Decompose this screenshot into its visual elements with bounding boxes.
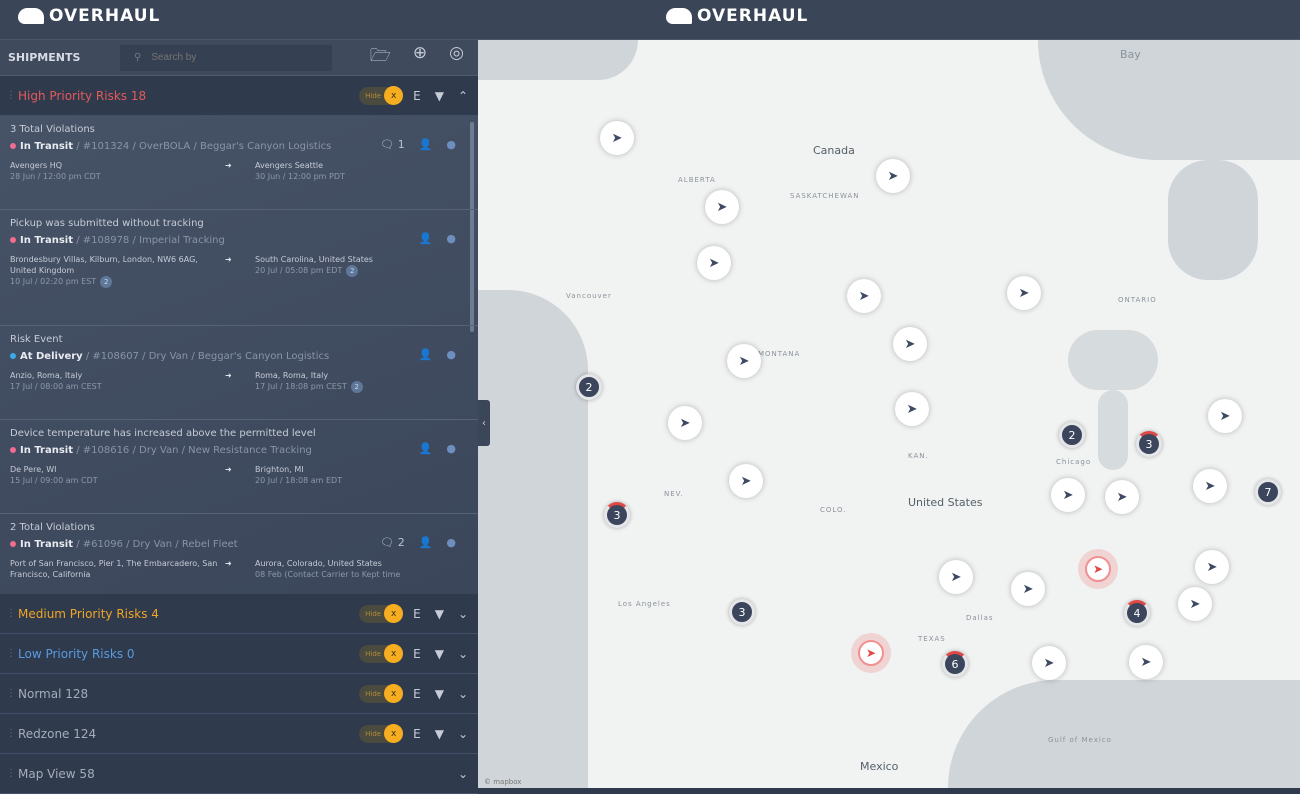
comment-icon[interactable]: 🗨 1 [380,138,404,151]
group-medium-priority[interactable]: ⋮ Medium Priority Risks 4 Hide x E ▼ ⌄ [0,594,478,634]
shipment-card[interactable]: Device temperature has increased above t… [0,420,478,514]
map[interactable]: Canada United States Mexico Bay Chicago … [478,40,1300,788]
group-redzone[interactable]: ⋮ Redzone 124 Hide x E ▼ ⌄ [0,714,478,754]
pin-icon[interactable]: ● [446,442,456,455]
hide-toggle[interactable]: Hide x [359,604,404,623]
pin-icon[interactable]: ● [446,232,456,245]
eye-icon[interactable]: ◎ [449,43,464,72]
sidebar-header: SHIPMENTS ⚲ 🗁 ⊕ ◎ [0,40,478,76]
search-box[interactable]: ⚲ [120,44,332,71]
sidebar-title: SHIPMENTS [8,51,81,64]
shipments-sidebar: SHIPMENTS ⚲ 🗁⊕◎ ⋮ High Priority Risks 18… [0,40,478,794]
shipment-marker[interactable]: ➤ [1011,572,1045,606]
arrow-right-icon: ➜ [225,161,232,170]
drag-handle-icon[interactable]: ⋮ [6,90,18,101]
arrow-right-icon: ➜ [225,255,232,264]
logo-icon [18,8,44,24]
shipment-marker[interactable]: ➤ [697,246,731,280]
shipment-marker[interactable]: ➤ [1129,645,1163,679]
assign-user-icon[interactable]: 👤 [419,138,433,151]
filter-icon[interactable]: ▼ [435,727,444,741]
search-input[interactable] [151,52,312,63]
logo-center: OVERHAUL [666,6,808,26]
arrow-icon: ➤ [1085,556,1111,582]
filter-icon[interactable]: ▼ [435,607,444,621]
arrow-icon: ➤ [858,640,884,666]
cluster-marker[interactable]: 7 [1255,479,1281,505]
shipment-marker[interactable]: ➤ [893,327,927,361]
cluster-marker[interactable]: 2 [1059,422,1085,448]
filter-icon[interactable]: ▼ [435,687,444,701]
chevron-down-icon[interactable]: ⌄ [458,607,468,621]
shipment-marker[interactable]: ➤ [1032,646,1066,680]
group-high-priority[interactable]: ⋮ High Priority Risks 18 Hide x E ▼ ⌃ [0,76,478,116]
shipment-card[interactable]: 2 Total Violations In Transit / #61096 /… [0,514,478,594]
chevron-up-icon[interactable]: ⌃ [458,89,468,103]
cluster-marker[interactable]: 4 [1124,600,1150,626]
shipment-marker[interactable]: ➤ [600,121,634,155]
logo-icon [666,8,692,24]
search-icon: ⚲ [134,52,142,63]
logo[interactable]: OVERHAUL [18,6,160,26]
shipment-list: 3 Total Violations In Transit / #101324 … [0,116,478,594]
comment-icon[interactable]: 🗨 2 [380,536,404,549]
group-map-view[interactable]: ⋮ Map View 58 ⌄ [0,754,478,794]
hide-toggle[interactable]: Hide x [359,644,404,663]
cluster-marker[interactable]: 3 [729,599,755,625]
pin-icon[interactable]: ● [446,348,456,361]
shipment-marker[interactable]: ➤ [1193,469,1227,503]
arrow-right-icon: ➜ [225,465,232,474]
count-label: E [413,88,421,103]
hide-toggle[interactable]: Hide x [359,684,404,703]
shipment-marker[interactable]: ➤ [1007,276,1041,310]
collapse-sidebar-button[interactable]: ‹ [478,400,490,446]
shipment-marker[interactable]: ➤ [1178,587,1212,621]
alert-marker[interactable]: ➤ [851,633,891,673]
add-icon[interactable]: ⊕ [413,43,427,72]
cluster-marker[interactable]: 3 [604,502,630,528]
shipment-marker[interactable]: ➤ [1208,399,1242,433]
shipment-marker[interactable]: ➤ [705,190,739,224]
shipment-marker[interactable]: ➤ [1051,478,1085,512]
shipment-marker[interactable]: ➤ [727,344,761,378]
hide-toggle[interactable]: Hide x [359,724,404,743]
assign-user-icon[interactable]: 👤 [419,442,433,455]
shipment-card[interactable]: Pickup was submitted without tracking In… [0,210,478,326]
shipment-marker[interactable]: ➤ [1195,550,1229,584]
cluster-marker[interactable]: 3 [1136,431,1162,457]
shipment-marker[interactable]: ➤ [729,464,763,498]
pin-icon[interactable]: ● [446,536,456,549]
folder-icon[interactable]: 🗁 [370,43,391,72]
filter-icon[interactable]: ▼ [435,89,444,103]
arrow-right-icon: ➜ [225,371,232,380]
arrow-right-icon: ➜ [225,559,232,568]
group-normal[interactable]: ⋮ Normal 128 Hide x E ▼ ⌄ [0,674,478,714]
chevron-down-icon[interactable]: ⌄ [458,647,468,661]
pin-icon[interactable]: ● [446,138,456,151]
shipment-card[interactable]: Risk Event At Delivery / #108607 / Dry V… [0,326,478,420]
shipment-card[interactable]: 3 Total Violations In Transit / #101324 … [0,116,478,210]
shipment-marker[interactable]: ➤ [895,392,929,426]
group-low-priority[interactable]: ⋮ Low Priority Risks 0 Hide x E ▼ ⌄ [0,634,478,674]
map-attribution[interactable]: © mapbox [484,778,521,786]
chevron-down-icon[interactable]: ⌄ [458,767,468,781]
shipment-marker[interactable]: ➤ [668,406,702,440]
shipment-marker[interactable]: ➤ [939,560,973,594]
chevron-down-icon[interactable]: ⌄ [458,727,468,741]
assign-user-icon[interactable]: 👤 [419,536,433,549]
top-bar: OVERHAUL OVERHAUL [0,0,1300,40]
cluster-marker[interactable]: 6 [942,651,968,677]
assign-user-icon[interactable]: 👤 [419,348,433,361]
shipment-marker[interactable]: ➤ [847,279,881,313]
shipment-marker[interactable]: ➤ [876,159,910,193]
alert-marker[interactable]: ➤ [1078,549,1118,589]
cluster-marker[interactable]: 2 [576,374,602,400]
status-dot [10,143,16,149]
chevron-down-icon[interactable]: ⌄ [458,687,468,701]
shipment-marker[interactable]: ➤ [1105,480,1139,514]
hide-toggle[interactable]: Hide x [359,86,404,105]
assign-user-icon[interactable]: 👤 [419,232,433,245]
filter-icon[interactable]: ▼ [435,647,444,661]
